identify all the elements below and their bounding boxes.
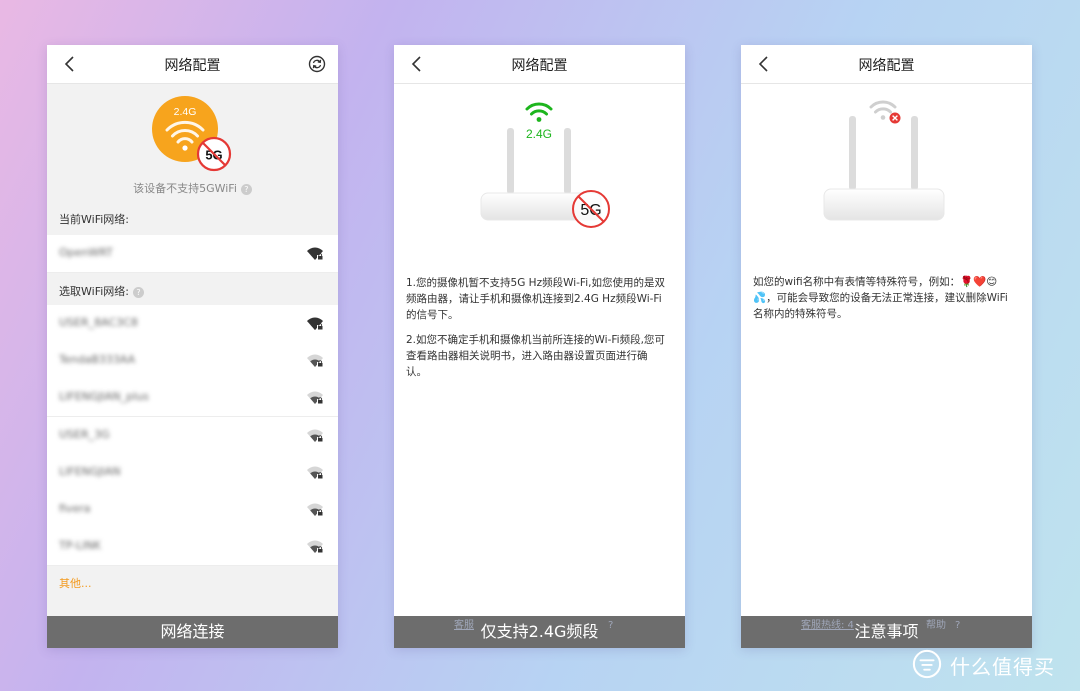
- other-networks-link[interactable]: 其他...: [59, 575, 92, 591]
- ssid: LIFENGJIAN: [59, 464, 121, 478]
- band-label: 2.4G: [174, 106, 197, 118]
- router-error-icon: [823, 100, 945, 221]
- wifi-lock-icon: [307, 247, 323, 260]
- router-illustration: [816, 100, 966, 230]
- caption-text: 注意事项: [854, 622, 919, 641]
- ssid: TP-LINK: [59, 539, 101, 553]
- caption-text: 仅支持2.4G频段: [480, 622, 599, 641]
- ssid: OpenWRT: [59, 246, 113, 259]
- caption-bar: 客服 ? 仅支持2.4G频段: [394, 616, 685, 648]
- network-list-item[interactable]: USER_3G: [47, 416, 338, 455]
- help-icon[interactable]: ?: [240, 183, 252, 195]
- ssid: TendaB333AA: [59, 353, 136, 367]
- watermark-text: 什么值得买: [950, 655, 1055, 679]
- page-title: 网络配置: [511, 58, 568, 74]
- support-link[interactable]: 客服: [454, 616, 474, 636]
- site-watermark: 什么值得买: [912, 645, 1072, 685]
- network-list-item[interactable]: TendaB333AA: [47, 342, 338, 381]
- wifi-lock-icon: [307, 391, 323, 405]
- help-link[interactable]: 帮助: [926, 616, 946, 636]
- page-title: 网络配置: [164, 58, 221, 74]
- caption-bar: 网络连接: [47, 616, 338, 648]
- hotline-link[interactable]: 客服热线: 4: [801, 616, 854, 636]
- network-config-screen-3: 网络配置 如您的wifi名称中有表情等特殊符号，例如：🌹❤️😊💦，可能会导致您的…: [741, 45, 1032, 648]
- instruction-paragraph-1: 1.您的摄像机暂不支持5G Hz频段Wi-Fi,如您使用的是双频路由器，请让手机…: [406, 277, 665, 321]
- unsupported-note-text: 该设备不支持5GWiFi: [133, 182, 237, 195]
- network-list-item[interactable]: LIFENGJIAN: [47, 453, 338, 492]
- top-bar: 网络配置: [47, 45, 338, 84]
- network-config-screen-2: 网络配置 2.4G 5G 1.您的摄像机暂不支持5G Hz频段Wi-Fi,如您使…: [394, 45, 685, 648]
- ssid: USER_8AC3C8: [59, 316, 138, 329]
- network-config-screen-1: 网络配置 2.4G 5G 该设备不支持5GWiFi? 当前WiFi网络:: [47, 45, 338, 648]
- select-network-text: 选取WiFi网络:: [59, 285, 129, 298]
- router-icon: 2.4G 5G: [480, 102, 610, 228]
- wifi-lock-icon: [307, 429, 323, 442]
- special-character-warning: 如您的wifi名称中有表情等特殊符号，例如：🌹❤️😊💦，可能会导致您的设备无法正…: [753, 276, 1008, 320]
- top-bar: 网络配置: [741, 45, 1032, 84]
- wifi-lock-icon: [307, 354, 323, 368]
- help-icon[interactable]: ?: [955, 616, 960, 636]
- wifi-lock-icon: [307, 503, 323, 516]
- caption-text: 网络连接: [160, 622, 225, 641]
- network-list-item[interactable]: LIFENGJIAN_plus: [47, 379, 338, 418]
- wifi-lock-icon: [307, 317, 323, 330]
- wifi-24g-icon: 2.4G 5G: [152, 96, 232, 172]
- top-bar: 网络配置: [394, 45, 685, 84]
- watermark-logo-icon: [912, 649, 942, 679]
- refresh-icon[interactable]: [308, 55, 326, 73]
- wifi-lock-icon: [307, 466, 323, 479]
- current-network-label: 当前WiFi网络:: [59, 213, 129, 226]
- network-list-item[interactable]: fivera: [47, 491, 338, 529]
- help-icon[interactable]: ?: [132, 286, 144, 298]
- network-list-item[interactable]: TP-LINK: [47, 528, 338, 567]
- current-network-row[interactable]: OpenWRT: [47, 235, 338, 273]
- instruction-paragraph-2: 2.如您不确定手机和摄像机当前所连接的Wi-Fi频段,您可查看路由器相关说明书，…: [406, 334, 665, 378]
- band-label: 2.4G: [526, 127, 552, 141]
- wifi-lock-icon: [307, 540, 323, 554]
- ssid: USER_3G: [59, 427, 110, 441]
- ssid: fivera: [59, 502, 91, 515]
- unsupported-note: 该设备不支持5GWiFi?: [47, 180, 338, 196]
- ssid: LIFENGJIAN_plus: [59, 390, 149, 404]
- caption-bar: 客服热线: 4 帮助 ? 注意事项: [741, 616, 1032, 648]
- band-badge: 2.4G 5G: [151, 95, 235, 175]
- page-title: 网络配置: [858, 58, 915, 74]
- router-illustration: 2.4G 5G: [469, 100, 619, 230]
- network-list-item[interactable]: USER_8AC3C8: [47, 305, 338, 343]
- select-network-label: 选取WiFi网络:?: [59, 283, 144, 299]
- help-icon[interactable]: ?: [608, 616, 613, 636]
